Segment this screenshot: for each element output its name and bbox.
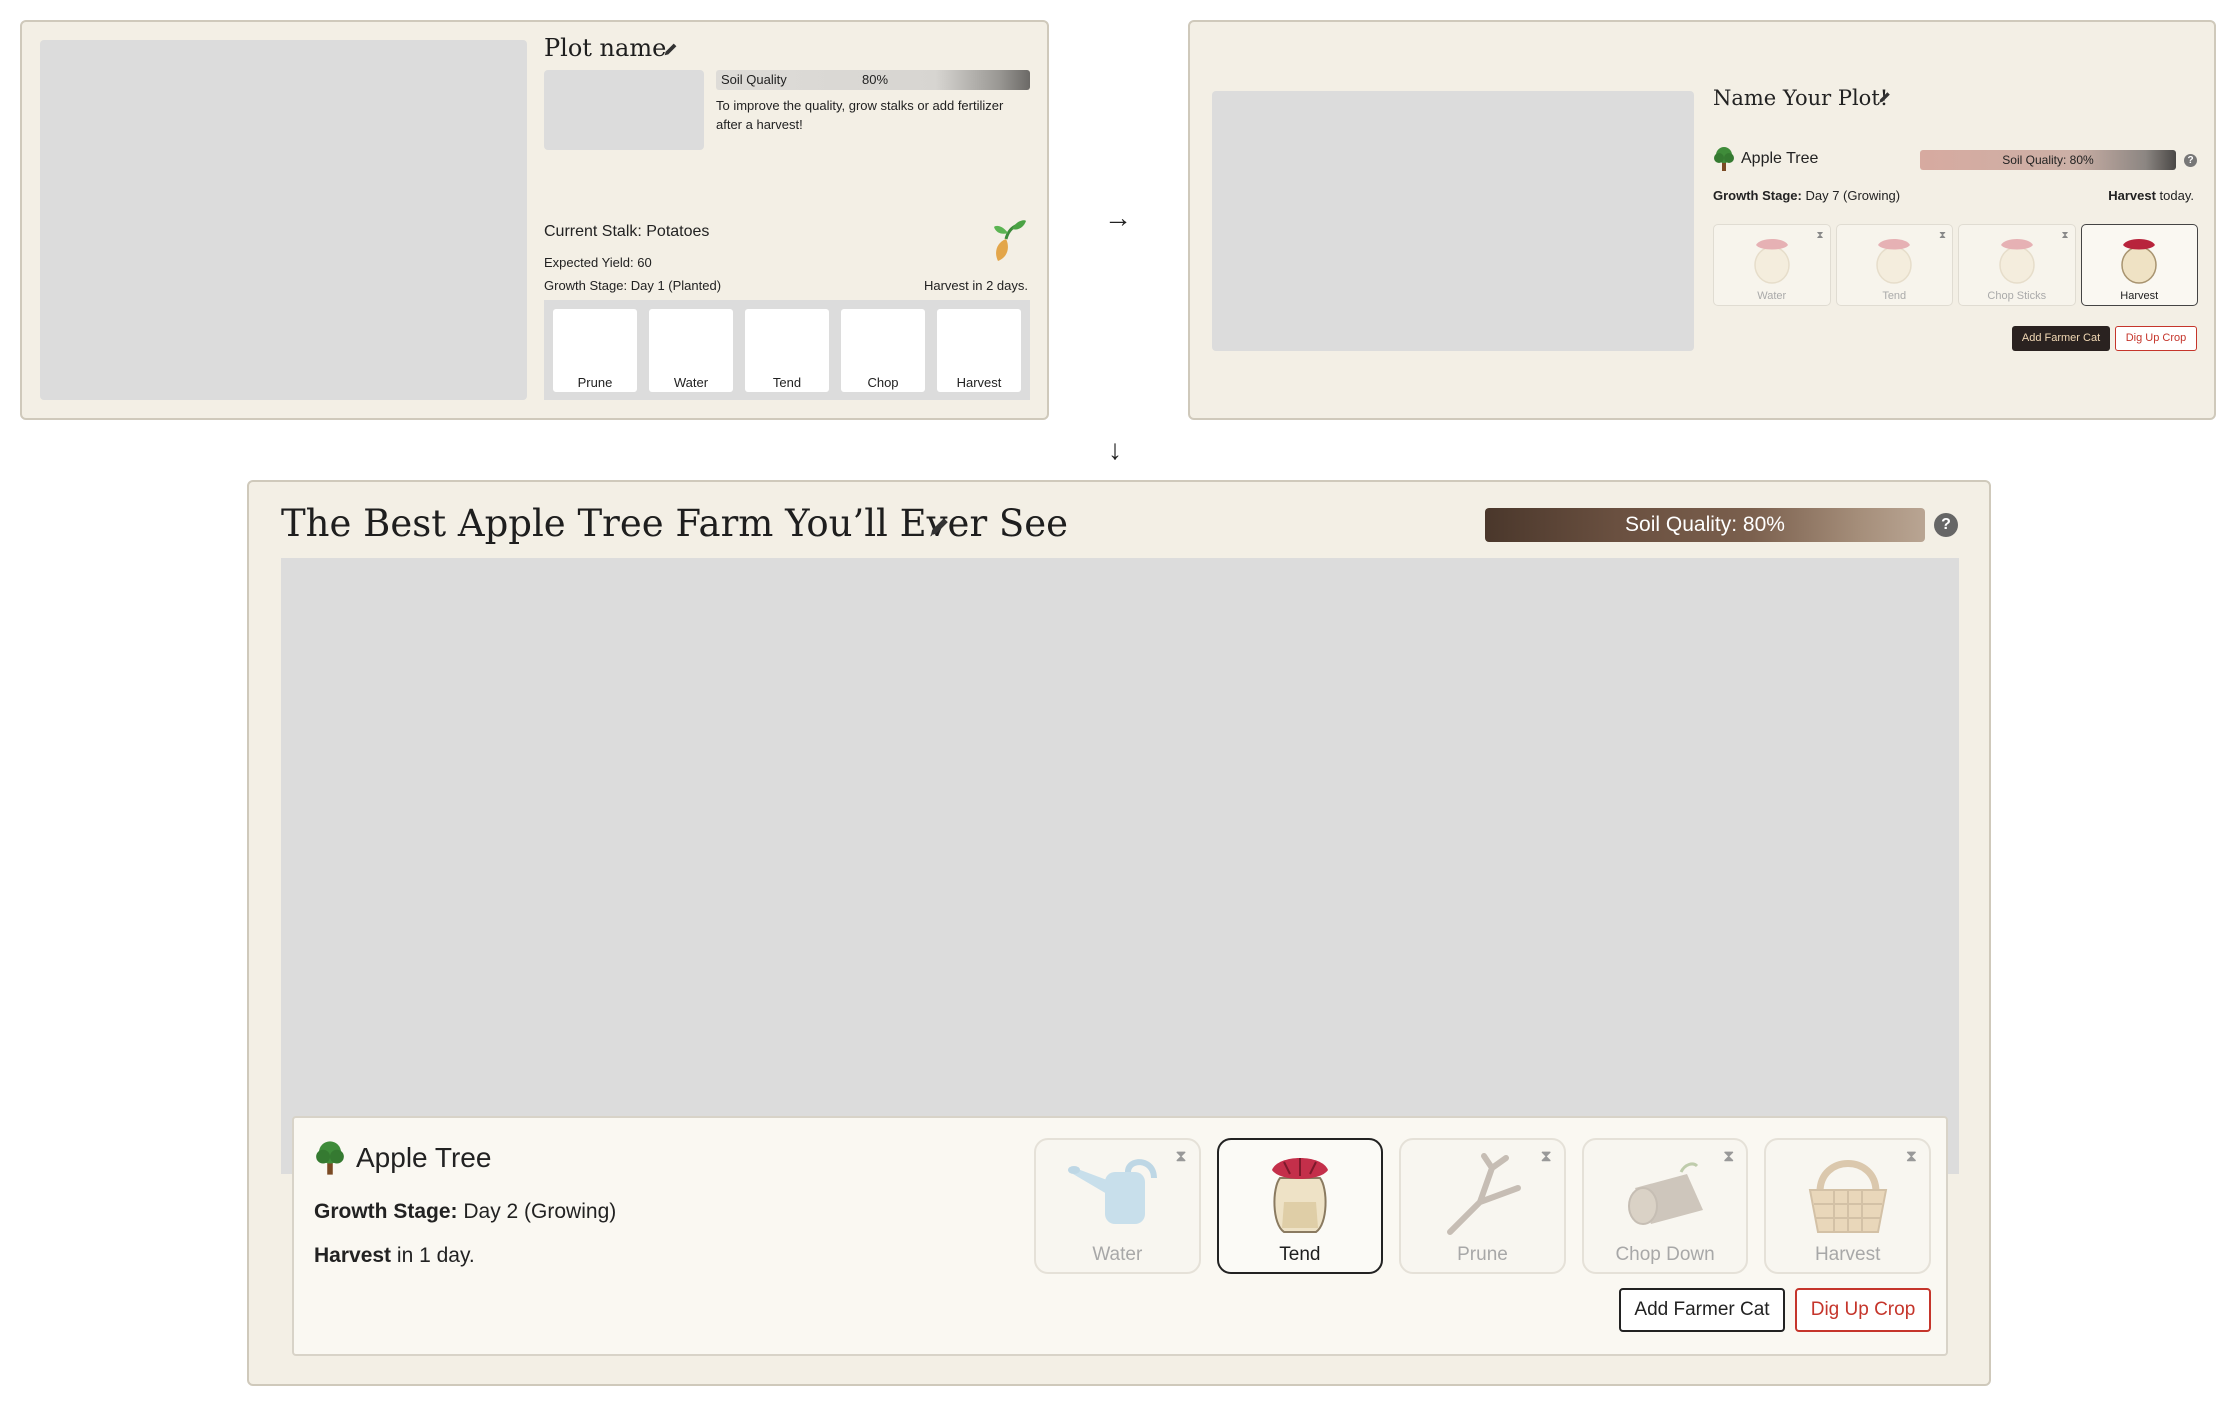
soil-quality-bar: Soil Quality: 80%	[1920, 150, 2176, 170]
hourglass-icon: ⧗	[1816, 230, 1824, 241]
action-label: Prune	[1457, 1244, 1508, 1265]
chop-down-button[interactable]: ⧗ Chop Down	[1581, 1138, 1749, 1274]
water-button[interactable]: ⧗ Water	[1034, 1138, 1201, 1274]
pencil-icon[interactable]	[1877, 89, 1893, 105]
jar-icon	[1999, 239, 2035, 284]
plot-title: Plot name	[544, 34, 667, 62]
harvest-countdown: Harvest today.	[2108, 188, 2194, 203]
plot-card-version-2: Name Your Plot! Apple Tree Soil Quality:…	[1188, 20, 2216, 420]
jar-icon	[2121, 239, 2157, 284]
harvest-label: Harvest	[2108, 188, 2156, 203]
tree-icon	[1714, 147, 1734, 171]
branch-icon	[1447, 1153, 1522, 1235]
jar-icon	[1271, 1158, 1328, 1233]
hourglass-icon: ⧗	[1938, 230, 1946, 241]
plot-image-placeholder	[40, 40, 527, 400]
expected-yield: Expected Yield: 60	[544, 255, 652, 270]
action-tray: Prune Water Tend Chop Harvest	[544, 300, 1030, 400]
hourglass-icon: ⧗	[1723, 1148, 1735, 1165]
growth-stage-label: Growth Stage:	[314, 1200, 458, 1223]
hourglass-icon: ⧗	[1540, 1148, 1552, 1165]
growth-stage: Growth Stage: Day 1 (Planted)	[544, 278, 722, 293]
basket-icon	[1808, 1160, 1887, 1233]
action-label: Tend	[1279, 1244, 1321, 1265]
soil-quality-bar: Soil Quality: 80%	[1485, 508, 1925, 542]
prune-button[interactable]: ⧗ Prune	[1399, 1138, 1566, 1274]
action-label: Tend	[772, 375, 802, 390]
chop-button[interactable]: Chop	[841, 309, 925, 392]
action-label: Prune	[577, 375, 613, 390]
pencil-icon[interactable]	[927, 513, 953, 539]
soil-quality-bar: Soil Quality 80%	[716, 70, 1030, 90]
hourglass-icon: ⧗	[2061, 230, 2069, 241]
pencil-icon[interactable]	[662, 40, 680, 58]
add-farmer-cat-button[interactable]: Add Farmer Cat	[2012, 326, 2110, 351]
action-label: Water	[673, 375, 709, 390]
jar-icon	[1754, 239, 1790, 284]
water-button[interactable]: Water	[649, 309, 733, 392]
growth-stage: Growth Stage: Day 2 (Growing)	[314, 1200, 616, 1224]
action-tray: ⧗ Water ⧗ Tend ⧗ Chop Sticks Harvest	[1713, 224, 2198, 306]
crop-name-label: Apple Tree	[356, 1142, 492, 1173]
crop-name: Apple Tree	[1713, 146, 1818, 172]
harvest-button[interactable]: Harvest	[2080, 224, 2198, 306]
growth-stage-value: Day 7 (Growing)	[1805, 188, 1901, 203]
tend-button[interactable]: Tend	[1216, 1138, 1384, 1274]
plot-image-placeholder	[281, 558, 1959, 1174]
help-icon[interactable]: ?	[1934, 513, 1958, 537]
plot-card-version-1: Plot name Soil Quality 80% To improve th…	[20, 20, 1049, 420]
action-label: Harvest	[1814, 1244, 1881, 1265]
harvest-label: Harvest	[314, 1244, 392, 1267]
harvest-countdown: Harvest in 1 day.	[314, 1244, 475, 1268]
action-label: Chop	[867, 375, 899, 390]
current-stalk: Current Stalk: Potatoes	[544, 223, 710, 240]
watering-can-icon	[1068, 1159, 1158, 1224]
water-button[interactable]: ⧗ Water	[1713, 224, 1831, 306]
harvest-button[interactable]: Harvest	[937, 309, 1021, 392]
harvest-value: today.	[2159, 188, 2194, 203]
tree-icon	[316, 1141, 344, 1175]
growth-stage-label: Growth Stage:	[1713, 188, 1802, 203]
dig-up-crop-button[interactable]: Dig Up Crop	[1795, 1288, 1931, 1332]
plot-card-final: The Best Apple Tree Farm You’ll Ever See…	[247, 480, 1991, 1386]
action-label: Chop Sticks	[1987, 290, 2047, 302]
growth-stage: Growth Stage: Day 7 (Growing)	[1713, 188, 1900, 203]
action-label: Water	[1092, 1244, 1143, 1265]
sprout-icon	[994, 220, 1026, 261]
tend-button[interactable]: ⧗ Tend	[1835, 224, 1953, 306]
prune-button[interactable]: Prune	[553, 309, 637, 392]
tend-button[interactable]: Tend	[745, 309, 829, 392]
crop-info-card: Apple Tree Growth Stage: Day 2 (Growing)…	[292, 1116, 1948, 1356]
hourglass-icon: ⧗	[1175, 1148, 1187, 1165]
right-arrow-icon: →	[1104, 202, 1132, 233]
plot-title: Name Your Plot!	[1713, 86, 1889, 110]
help-icon[interactable]: ?	[2184, 154, 2197, 167]
soil-quality-label: Soil Quality	[721, 72, 787, 87]
action-tray: ⧗ Water Tend ⧗ Prune ⧗ Chop Down ⧗ Harve…	[1034, 1138, 1931, 1274]
soil-quality-note: To improve the quality, grow stalks or a…	[716, 98, 1004, 132]
plot-thumbnail-placeholder	[544, 70, 704, 150]
jar-icon	[1876, 239, 1912, 284]
harvest-value: in 1 day.	[396, 1244, 475, 1267]
harvest-countdown: Harvest in 2 days.	[923, 278, 1028, 293]
action-label: Chop Down	[1615, 1244, 1715, 1265]
action-label: Tend	[1882, 290, 1907, 302]
down-arrow-icon: ↓	[1108, 434, 1122, 465]
chop-sticks-button[interactable]: ⧗ Chop Sticks	[1958, 224, 2076, 306]
plot-image-placeholder	[1212, 91, 1694, 351]
action-label: Harvest	[2120, 290, 2159, 302]
crop-name-label: Apple Tree	[1741, 150, 1819, 167]
add-farmer-cat-button[interactable]: Add Farmer Cat	[1619, 1288, 1785, 1332]
soil-quality-value: 80%	[862, 72, 889, 87]
crop-name: Apple Tree	[314, 1140, 491, 1176]
harvest-button[interactable]: ⧗ Harvest	[1764, 1138, 1931, 1274]
action-label: Water	[1757, 290, 1787, 302]
dig-up-crop-button[interactable]: Dig Up Crop	[2115, 326, 2197, 351]
growth-stage-value: Day 2 (Growing)	[463, 1200, 617, 1223]
action-label: Harvest	[956, 375, 1002, 390]
log-icon	[1628, 1162, 1704, 1225]
hourglass-icon: ⧗	[1905, 1148, 1917, 1165]
